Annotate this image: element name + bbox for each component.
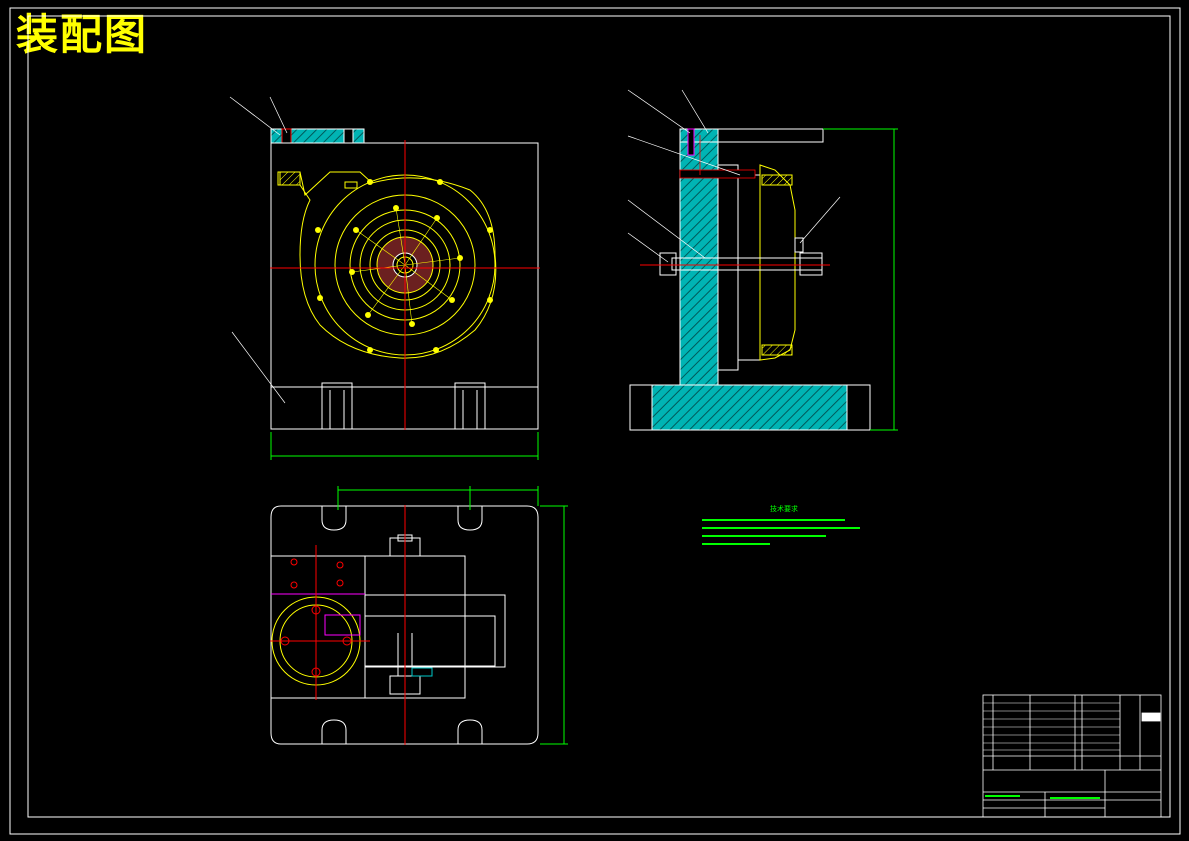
top-view <box>270 486 568 745</box>
title-block <box>982 694 1162 818</box>
cad-drawing <box>9 7 1181 835</box>
front-view <box>229 96 540 460</box>
technical-notes <box>702 519 860 545</box>
outer-frame <box>9 7 1181 835</box>
side-section-view <box>627 89 898 431</box>
inner-frame <box>27 15 1171 818</box>
